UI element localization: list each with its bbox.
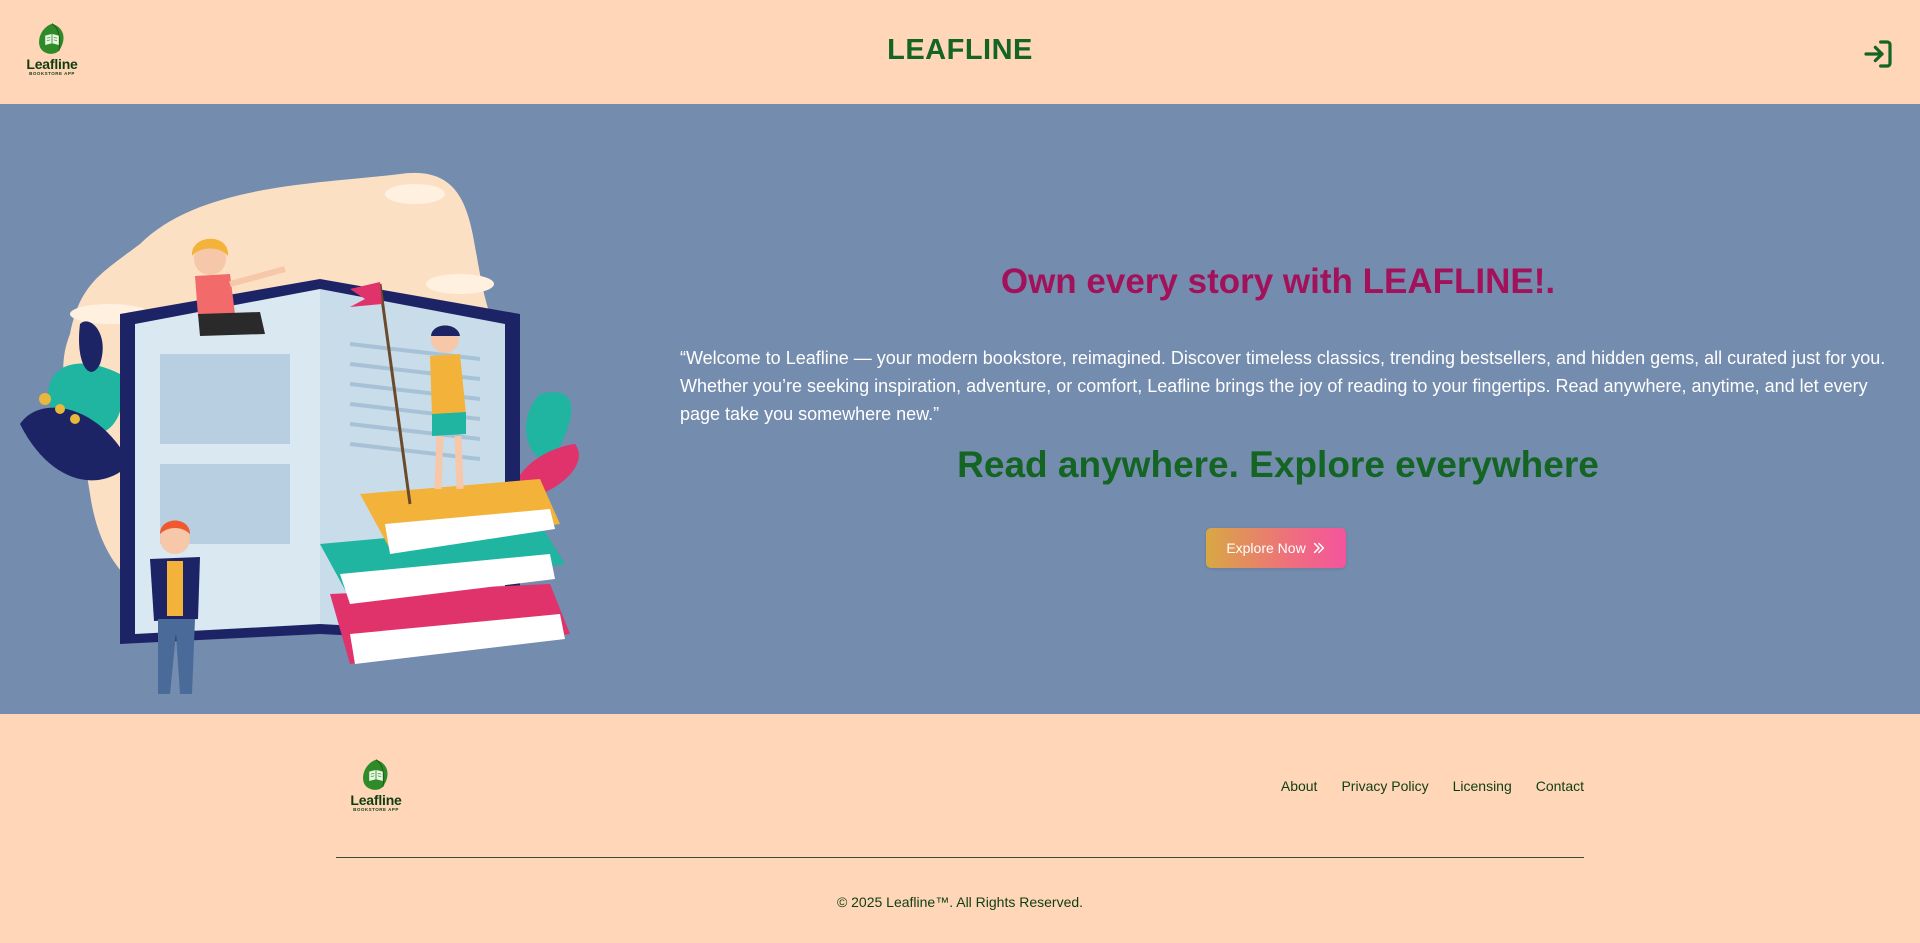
double-chevron-right-icon — [1313, 542, 1324, 554]
footer-link-contact[interactable]: Contact — [1536, 778, 1584, 794]
hero-description: “Welcome to Leafline — your modern books… — [680, 348, 1886, 424]
explore-now-button[interactable]: Explore Now — [1206, 528, 1346, 568]
footer-link-about[interactable]: About — [1281, 778, 1318, 794]
site-header: Leafline BOOKSTORE APP LEAFLINE — [0, 0, 1920, 104]
leaf-book-icon — [363, 759, 388, 790]
hero-title: Own every story with LEAFLINE!. — [1000, 262, 1556, 301]
footer-logo[interactable]: Leafline BOOKSTORE APP — [348, 758, 404, 813]
explore-now-label: Explore Now — [1226, 540, 1306, 556]
footer-nav: About Privacy Policy Licensing Contact — [1281, 778, 1584, 794]
site-footer: Leafline BOOKSTORE APP About Privacy Pol… — [0, 714, 1920, 943]
hero-tagline: Read anywhere. Explore everywhere — [957, 444, 1599, 485]
footer-link-licensing[interactable]: Licensing — [1453, 778, 1512, 794]
login-icon[interactable] — [1862, 38, 1894, 70]
logo-subtitle: BOOKSTORE APP — [29, 71, 75, 76]
footer-logo-name: Leafline — [350, 792, 402, 808]
hero-section: Own every story with LEAFLINE!. “Welcome… — [0, 104, 1920, 714]
brand-title: LEAFLINE — [887, 34, 1033, 66]
footer-link-privacy-policy[interactable]: Privacy Policy — [1341, 778, 1428, 794]
footer-divider — [336, 857, 1584, 858]
kids-with-books-illustration — [20, 172, 579, 694]
footer-logo-subtitle: BOOKSTORE APP — [353, 807, 399, 812]
copyright-text: © 2025 Leafline™. All Rights Reserved. — [836, 894, 1084, 910]
